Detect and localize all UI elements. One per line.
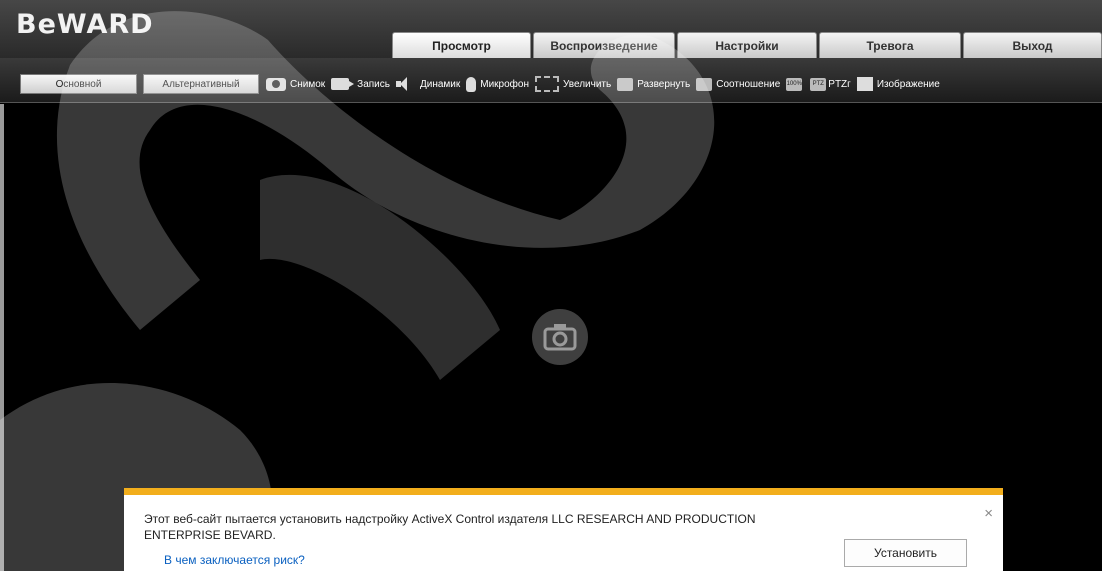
watermark-logo	[0, 11, 715, 571]
risk-link[interactable]: В чем заключается риск?	[164, 553, 305, 567]
install-button[interactable]: Установить	[844, 539, 967, 567]
no-camera-icon	[532, 309, 588, 365]
notification-message: Этот веб-сайт пытается установить надстр…	[144, 512, 756, 542]
close-icon[interactable]: ×	[984, 505, 993, 522]
activex-notification: Этот веб-сайт пытается установить надстр…	[124, 488, 1003, 571]
